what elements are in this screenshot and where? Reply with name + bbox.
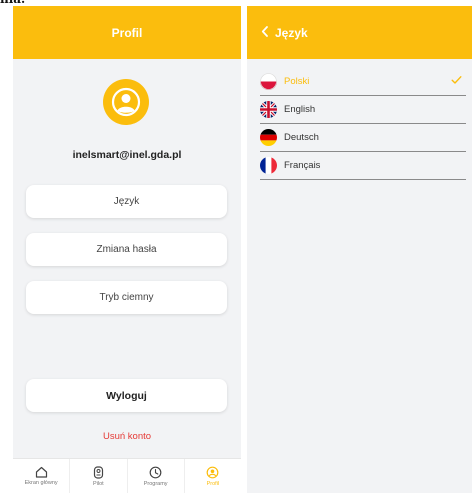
change-password-button[interactable]: Zmiana hasła (26, 233, 227, 266)
language-button-label: Język (113, 196, 140, 207)
back-button[interactable] (261, 25, 269, 40)
uk-flag-icon (260, 101, 277, 118)
tab-home-label: Ekran główny (24, 480, 58, 486)
language-option-polski[interactable]: Polski (260, 68, 466, 96)
language-option-francais[interactable]: Français (260, 152, 466, 180)
germany-flag-icon (260, 129, 277, 146)
tab-remote-label: Pilot (93, 480, 104, 487)
language-list: Polski English Deutsch Français (260, 68, 466, 180)
language-button[interactable]: Język (26, 185, 227, 218)
language-option-label: Français (284, 160, 321, 171)
user-icon (111, 87, 141, 117)
tab-home[interactable]: Ekran główny (13, 459, 71, 493)
language-option-english[interactable]: English (260, 96, 466, 124)
logout-button[interactable]: Wyloguj (26, 379, 227, 412)
bottom-tab-bar: Ekran główny Pilot Programy Profil (13, 458, 241, 493)
remote-icon (93, 465, 103, 479)
profile-screen: Profil inelsmart@inel.gda.pl Język Zmian… (13, 6, 241, 493)
page-title: Profil (111, 25, 143, 40)
language-option-deutsch[interactable]: Deutsch (260, 124, 466, 152)
language-option-label: Deutsch (284, 132, 319, 143)
check-icon (451, 75, 462, 88)
tab-programs[interactable]: Programy (128, 459, 185, 493)
avatar (103, 79, 149, 125)
poland-flag-icon (260, 73, 277, 90)
dark-mode-label: Tryb ciemny (99, 292, 154, 303)
tab-profile-label: Profil (206, 480, 220, 487)
france-flag-icon (260, 157, 277, 174)
home-icon (35, 466, 47, 478)
tab-remote[interactable]: Pilot (70, 459, 128, 493)
language-header: Język (247, 6, 472, 59)
dark-mode-button[interactable]: Tryb ciemny (26, 281, 227, 314)
language-option-label: Polski (284, 76, 310, 87)
profile-header: Profil (13, 6, 241, 59)
page-title: Język (275, 25, 308, 40)
profile-icon (206, 466, 219, 478)
user-email: inelsmart@inel.gda.pl (72, 149, 182, 161)
language-option-label: English (284, 104, 316, 115)
change-password-label: Zmiana hasła (96, 244, 157, 255)
clock-icon (149, 466, 162, 478)
delete-account-link[interactable]: Usuń konto (13, 431, 241, 442)
chevron-left-icon (261, 25, 268, 37)
logout-label: Wyloguj (106, 389, 147, 402)
tab-programs-label: Programy (143, 480, 168, 487)
language-screen: Język Polski English Deutsch Français (247, 6, 472, 493)
tab-profile[interactable]: Profil (185, 459, 241, 493)
